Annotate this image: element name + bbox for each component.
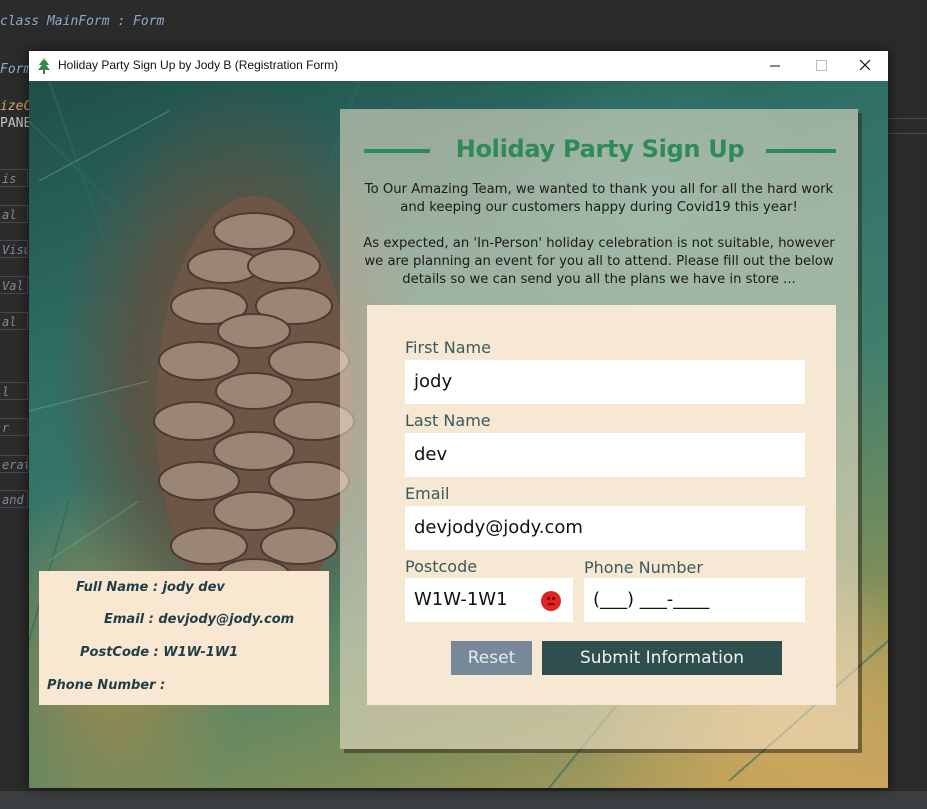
minimize-button[interactable] xyxy=(752,51,798,81)
ide-fragment: is xyxy=(0,169,28,187)
first-name-label: First Name xyxy=(405,338,491,357)
ide-fragment: al xyxy=(0,312,28,330)
close-icon xyxy=(859,59,871,71)
last-name-label: Last Name xyxy=(405,411,491,430)
error-icon xyxy=(541,591,561,611)
ide-fragment: Val xyxy=(0,276,28,294)
summary-phone-number: Phone Number : xyxy=(47,678,166,693)
last-name-field[interactable]: dev xyxy=(405,433,805,477)
ide-divider xyxy=(888,118,927,134)
heading-rule-right xyxy=(766,149,836,153)
ide-code-line: class MainForm : Form xyxy=(0,14,165,29)
intro-text: To Our Amazing Team, we wanted to thank … xyxy=(360,181,838,307)
email-field[interactable]: devjody@jody.com xyxy=(405,506,805,550)
ide-status-bar xyxy=(0,790,927,809)
title-bar[interactable]: Holiday Party Sign Up by Jody B (Registr… xyxy=(29,51,888,81)
signup-panel: Holiday Party Sign Up To Our Amazing Tea… xyxy=(340,109,858,749)
ide-fragment: r Va xyxy=(0,418,28,436)
maximize-icon xyxy=(816,60,827,71)
postcode-label: Postcode xyxy=(405,557,478,576)
pinecone-image xyxy=(153,196,355,626)
maximize-button[interactable] xyxy=(798,51,844,81)
email-label: Email xyxy=(405,484,450,503)
summary-full-name: Full Name : jody dev xyxy=(76,580,225,595)
app-window: Holiday Party Sign Up by Jody B (Registr… xyxy=(29,51,888,788)
ide-fragment: izeC xyxy=(0,99,32,114)
intro-paragraph-1: To Our Amazing Team, we wanted to thank … xyxy=(364,182,834,215)
minimize-icon xyxy=(770,65,780,67)
registration-form: First Name jody Last Name dev Email devj… xyxy=(367,305,836,705)
ide-fragment: erat xyxy=(0,455,28,473)
ide-fragment: l xyxy=(0,382,28,400)
summary-email: Email : devjody@jody.com xyxy=(104,612,295,627)
close-button[interactable] xyxy=(842,51,888,81)
submit-information-button[interactable]: Submit Information xyxy=(542,641,782,675)
summary-box: Full Name : jody dev Email : devjody@jod… xyxy=(39,571,329,705)
ide-fragment: PANE xyxy=(0,116,32,131)
summary-postcode: PostCode : W1W-1W1 xyxy=(80,645,239,660)
phone-number-field[interactable]: (___) ___-____ xyxy=(584,578,805,622)
phone-number-label: Phone Number xyxy=(584,558,703,577)
ide-fragment: and xyxy=(0,490,28,508)
intro-paragraph-2: As expected, an 'In-Person' holiday cele… xyxy=(363,236,835,287)
ide-fragment: Form xyxy=(0,62,32,77)
window-title: Holiday Party Sign Up by Jody B (Registr… xyxy=(58,58,339,72)
christmas-tree-icon xyxy=(38,58,50,74)
ide-fragment: al S xyxy=(0,205,28,223)
ide-fragment: Visu xyxy=(0,240,28,258)
form-background: Holiday Party Sign Up To Our Amazing Tea… xyxy=(29,81,888,788)
first-name-field[interactable]: jody xyxy=(405,360,805,404)
heading-row: Holiday Party Sign Up xyxy=(364,135,836,165)
reset-button[interactable]: Reset xyxy=(451,641,532,675)
